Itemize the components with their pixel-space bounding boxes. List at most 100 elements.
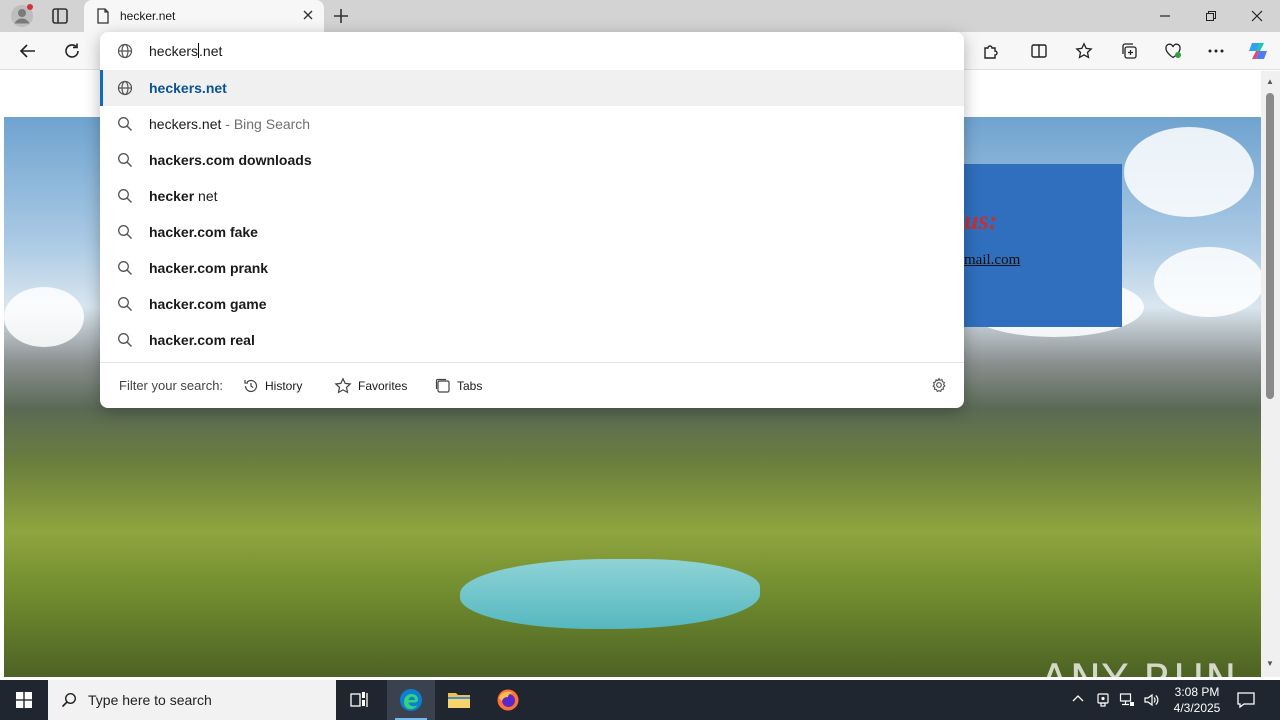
firefox-icon <box>497 689 519 711</box>
contact-email-link[interactable]: mail.com <box>964 252 1020 269</box>
close-tab-icon[interactable] <box>302 9 314 24</box>
suggestion-label: hacker.com prank <box>149 260 268 276</box>
search-filter-bar: Filter your search: History Favorites Ta… <box>100 363 964 408</box>
close-window-button[interactable] <box>1234 0 1280 32</box>
search-icon <box>117 188 133 207</box>
suggestion-item[interactable]: hacker.com game <box>100 286 964 322</box>
notification-center-icon[interactable] <box>1236 690 1256 713</box>
split-screen-button[interactable] <box>1027 39 1051 63</box>
anyrun-watermark: ANY RUN <box>1040 655 1238 677</box>
volume-icon[interactable] <box>1143 692 1159 711</box>
scroll-up-arrow-icon[interactable]: ▲ <box>1265 77 1275 87</box>
address-typed-text: heckers <box>149 43 199 59</box>
suggestion-item[interactable]: hacker.com prank <box>100 250 964 286</box>
search-icon <box>117 260 133 279</box>
refresh-icon <box>65 43 79 58</box>
filter-label: Filter your search: <box>119 378 224 393</box>
tab-title: hecker.net <box>120 9 176 23</box>
taskbar-firefox-button[interactable] <box>484 680 532 720</box>
new-tab-button[interactable] <box>331 6 351 26</box>
windows-taskbar: Type here to search 3:08 PM 4/3/2025 <box>0 680 1280 720</box>
globe-icon <box>117 80 133 99</box>
clock-time: 3:08 PM <box>1174 685 1220 699</box>
suggestion-bold-text: hackers.com downloads <box>149 152 312 168</box>
taskbar-clock[interactable]: 3:08 PM 4/3/2025 <box>1166 684 1228 716</box>
suggestion-label: hacker.com real <box>149 332 255 348</box>
suggestion-item[interactable]: heckers.net - Bing Search <box>100 106 964 142</box>
windows-logo-icon <box>16 692 32 708</box>
restore-button[interactable] <box>1188 0 1234 32</box>
heart-pulse-icon <box>1165 43 1181 59</box>
show-hidden-icons-chevron-up-icon[interactable] <box>1071 692 1085 709</box>
search-icon <box>61 692 77 711</box>
gear-icon[interactable] <box>931 377 947 396</box>
extensions-button[interactable] <box>979 39 1003 63</box>
close-icon <box>1251 10 1263 22</box>
suggestion-label: hecker net <box>149 188 218 204</box>
device-icon[interactable] <box>1095 692 1111 711</box>
star-icon <box>1075 42 1093 59</box>
browser-essentials-button[interactable] <box>1161 39 1185 63</box>
address-bar-text: heckers.net <box>149 43 223 59</box>
tabs-icon <box>435 378 450 393</box>
star-icon <box>334 377 352 394</box>
scroll-down-arrow-icon[interactable]: ▼ <box>1265 659 1275 669</box>
minimize-button[interactable] <box>1142 0 1188 32</box>
edge-browser-icon <box>400 689 422 711</box>
page-scrollbar[interactable]: ▲ ▼ <box>1261 71 1280 677</box>
suggestion-text: heckers.net <box>149 116 222 132</box>
suggestion-bold-text: hacker.com prank <box>149 260 269 276</box>
back-arrow-icon <box>19 44 35 58</box>
suggestion-item[interactable]: hacker.com fake <box>100 214 964 250</box>
suggestion-source-text: - Bing Search <box>221 116 311 132</box>
settings-more-button[interactable] <box>1204 39 1228 63</box>
restore-icon <box>1206 11 1216 21</box>
suggestion-label: hackers.com downloads <box>149 152 312 168</box>
address-bar-input[interactable]: heckers.net <box>100 32 964 70</box>
globe-icon <box>117 43 133 62</box>
task-view-button[interactable] <box>336 680 384 720</box>
text-caret <box>198 43 200 58</box>
profile-avatar-button[interactable] <box>10 4 34 28</box>
taskbar-edge-button[interactable] <box>387 680 435 720</box>
contact-box: us: mail.com <box>950 164 1122 327</box>
back-button[interactable] <box>16 39 40 63</box>
taskbar-file-explorer-button[interactable] <box>435 680 483 720</box>
favorites-button[interactable] <box>1072 39 1096 63</box>
contact-heading: us: <box>964 206 998 235</box>
scrollbar-thumb[interactable] <box>1266 93 1274 399</box>
copilot-button[interactable] <box>1246 39 1270 63</box>
taskbar-search-box[interactable]: Type here to search <box>48 680 336 720</box>
clock-date: 4/3/2025 <box>1173 701 1221 715</box>
plus-icon <box>334 9 348 23</box>
collections-button[interactable] <box>1117 39 1141 63</box>
filter-favorites-button[interactable]: Favorites <box>334 376 407 396</box>
suggestion-bold-text: hacker.com game <box>149 296 267 312</box>
refresh-button[interactable] <box>60 39 84 63</box>
filter-tabs-label: Tabs <box>457 379 483 393</box>
suggestion-item[interactable]: heckers.net <box>100 70 964 106</box>
suggestion-item[interactable]: hacker.com real <box>100 322 964 358</box>
suggestion-bold-text: hecker <box>149 188 195 204</box>
tab-actions-button[interactable] <box>50 6 70 26</box>
suggestion-label: heckers.net <box>149 80 227 96</box>
filter-tabs-button[interactable]: Tabs <box>435 376 482 396</box>
search-icon <box>117 296 133 315</box>
search-icon <box>117 224 133 243</box>
filter-history-button[interactable]: History <box>243 376 302 396</box>
network-icon[interactable] <box>1119 692 1135 711</box>
tab-actions-icon <box>52 8 68 24</box>
suggestion-label: heckers.net - Bing Search <box>149 116 310 132</box>
filter-favorites-label: Favorites <box>358 379 408 393</box>
copilot-icon <box>1249 43 1267 59</box>
folder-icon <box>448 693 470 708</box>
minimize-icon <box>1160 15 1170 17</box>
suggestion-item[interactable]: hecker net <box>100 178 964 214</box>
browser-tab-active[interactable]: hecker.net <box>84 0 324 32</box>
suggestion-label: hacker.com fake <box>149 224 258 240</box>
filter-history-label: History <box>265 379 303 393</box>
suggestion-item[interactable]: hackers.com downloads <box>100 142 964 178</box>
start-button[interactable] <box>0 680 48 720</box>
suggestion-bold-text: hacker.com fake <box>149 224 258 240</box>
more-dots-icon <box>1208 49 1224 53</box>
